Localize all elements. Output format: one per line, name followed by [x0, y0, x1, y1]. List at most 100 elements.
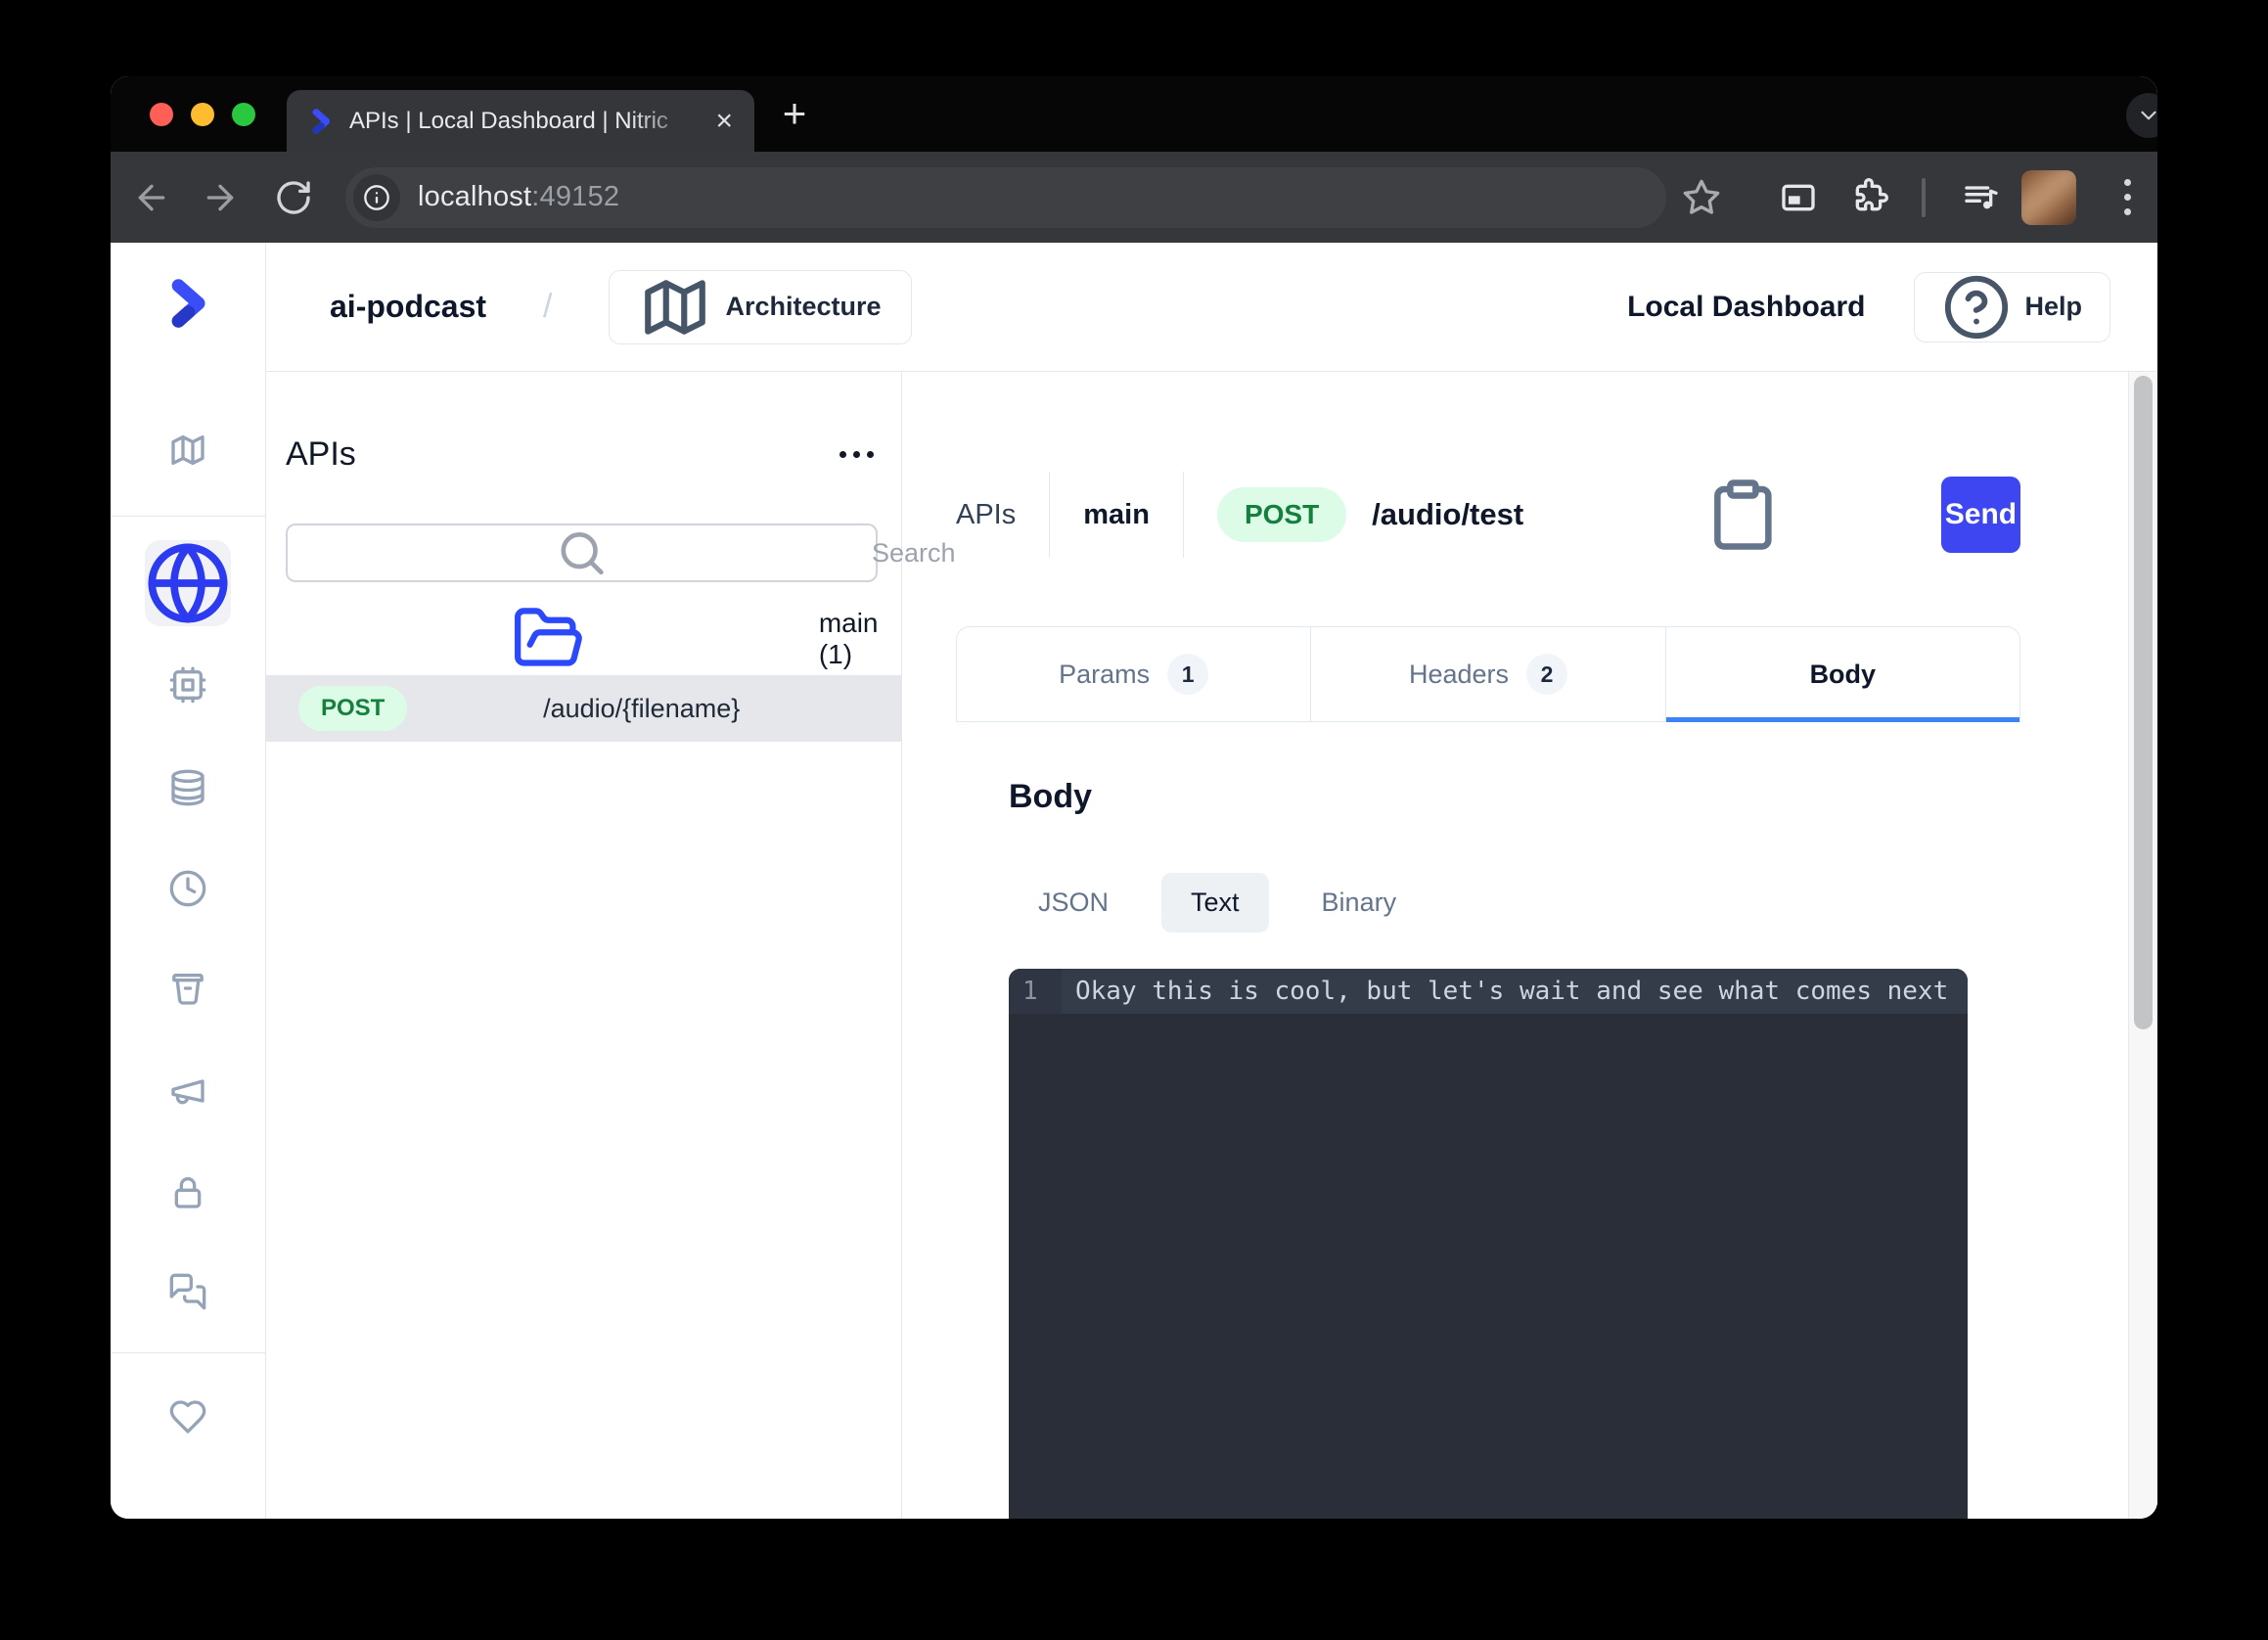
- endpoint-row-selected[interactable]: POST /audio/{filename}: [266, 675, 901, 742]
- toolbar-divider: [1922, 177, 1926, 217]
- nitric-logo: [171, 279, 205, 328]
- sidebar-item-storage[interactable]: [168, 969, 207, 1008]
- globe-icon: [148, 543, 228, 623]
- url-text: localhost:49152: [418, 181, 619, 213]
- method-badge: POST: [1216, 487, 1347, 542]
- editor-active-line: 1 Okay this is cool, but let's wait and …: [1009, 969, 1968, 1014]
- profile-avatar[interactable]: [2021, 169, 2076, 225]
- help-button[interactable]: Help: [1914, 271, 2110, 342]
- sidebar-item-websockets[interactable]: [168, 1272, 207, 1311]
- side-panel-icon: [1782, 184, 1815, 210]
- apis-menu-button[interactable]: [836, 441, 878, 468]
- search-box: [286, 524, 1218, 582]
- browser-tab[interactable]: APIs | Local Dashboard | Nitric ×: [287, 90, 754, 152]
- editor-line-content: Okay this is cool, but let's wait and se…: [1075, 977, 1949, 1006]
- browser-tab-strip: APIs | Local Dashboard | Nitric × +: [111, 76, 2157, 152]
- api-group-label: main (1): [818, 607, 879, 669]
- request-path: /audio/test: [1372, 497, 1524, 531]
- sidebar-item-architecture[interactable]: [168, 431, 207, 470]
- database-icon: [171, 769, 204, 806]
- forward-button[interactable]: [201, 178, 240, 217]
- arrow-right-icon: [206, 184, 234, 210]
- sidebar-item-topics[interactable]: [168, 1071, 207, 1111]
- sidebar-item-services[interactable]: [168, 665, 207, 705]
- browser-menu-button[interactable]: [2108, 178, 2147, 217]
- sidebar-item-databases[interactable]: [168, 768, 207, 807]
- page-scrollbar: [2128, 372, 2157, 1519]
- reload-icon: [277, 180, 310, 214]
- mode-text[interactable]: Text: [1161, 873, 1269, 933]
- breadcrumb-group[interactable]: main: [1083, 499, 1150, 531]
- scrollbar-thumb[interactable]: [2134, 376, 2153, 1029]
- mode-binary[interactable]: Binary: [1293, 873, 1427, 933]
- tab-title: APIs | Local Dashboard | Nitric: [349, 107, 668, 134]
- copy-clipboard-icon[interactable]: [1545, 477, 1941, 553]
- folder-open-icon: [515, 608, 582, 666]
- playlist-music-icon: [1965, 185, 1998, 208]
- sidebar-item-feedback[interactable]: [168, 1397, 207, 1436]
- request-area: APIs main POST /audio/test Send Params 1…: [902, 372, 2128, 1519]
- help-circle-icon: [1945, 275, 2009, 339]
- editor-line-number: 1: [1009, 969, 1062, 1014]
- architecture-label: Architecture: [725, 292, 882, 321]
- puzzle-icon: [1855, 177, 1888, 210]
- back-button[interactable]: [132, 178, 171, 217]
- nitric-favicon-icon: [312, 108, 331, 134]
- project-name: ai-podcast: [330, 289, 487, 324]
- window-controls: [150, 103, 255, 126]
- mode-json[interactable]: JSON: [1009, 873, 1138, 933]
- tab-headers-label: Headers: [1408, 659, 1510, 689]
- rail-divider: [111, 516, 265, 517]
- request-bar: APIs main POST /audio/test Send: [956, 472, 2020, 558]
- body-section-title: Body: [1009, 778, 1092, 815]
- browser-toolbar: localhost:49152: [111, 152, 2157, 243]
- maximize-window-button[interactable]: [232, 103, 255, 126]
- search-icon: [561, 532, 604, 575]
- url-bar[interactable]: localhost:49152: [345, 166, 1666, 228]
- app-header: ai-podcast / Architecture Local Dashboar…: [266, 243, 2157, 372]
- api-group-row[interactable]: main (1): [266, 602, 901, 675]
- sidebar-rail: [111, 243, 266, 1519]
- reload-button[interactable]: [274, 178, 313, 217]
- media-controls-button[interactable]: [1962, 178, 2001, 217]
- clock-icon: [169, 870, 206, 907]
- dashboard-page: ai-podcast / Architecture Local Dashboar…: [111, 243, 2157, 1519]
- tab-search-button[interactable]: [2126, 93, 2157, 138]
- breadcrumb-separator: /: [543, 288, 553, 325]
- sidebar-item-apis[interactable]: [145, 540, 231, 626]
- tab-headers[interactable]: Headers 2: [1310, 627, 1664, 721]
- tab-body-label: Body: [1809, 659, 1877, 689]
- request-tabs: Params 1 Headers 2 Body: [956, 626, 2020, 722]
- chat-icon: [169, 1273, 206, 1310]
- browser-window: APIs | Local Dashboard | Nitric × + loca…: [111, 76, 2157, 1519]
- breadcrumb-apis: APIs: [956, 498, 1017, 530]
- arrow-left-icon: [138, 184, 165, 210]
- dashboard-title: Local Dashboard: [1627, 290, 1866, 323]
- close-window-button[interactable]: [150, 103, 173, 126]
- url-host: localhost: [418, 181, 532, 212]
- body-editor[interactable]: 1 Okay this is cool, but let's wait and …: [1009, 969, 1968, 1519]
- heart-icon: [169, 1400, 206, 1434]
- tab-body[interactable]: Body: [1664, 627, 2020, 722]
- tab-params-label: Params: [1059, 659, 1151, 689]
- sidebar-item-secrets[interactable]: [168, 1172, 207, 1211]
- send-button[interactable]: Send: [1940, 477, 2020, 553]
- tab-close-icon[interactable]: ×: [709, 105, 739, 138]
- tab-params[interactable]: Params 1: [957, 627, 1310, 721]
- tab-headers-badge: 2: [1526, 654, 1568, 695]
- body-mode-switcher: JSON Text Binary: [1009, 873, 1968, 933]
- cpu-icon: [169, 666, 206, 704]
- architecture-button[interactable]: Architecture: [609, 269, 912, 344]
- new-tab-button[interactable]: +: [772, 84, 817, 143]
- site-info-button[interactable]: [353, 173, 400, 221]
- star-icon: [1683, 179, 1720, 214]
- sidebar-item-schedules[interactable]: [168, 869, 207, 908]
- side-panel-button[interactable]: [1779, 178, 1818, 217]
- extensions-button[interactable]: [1849, 177, 1888, 217]
- body-tab-content: Body JSON Text Binary 1 Okay this is coo…: [956, 722, 2020, 1519]
- bookmark-button[interactable]: [1682, 178, 1721, 217]
- tab-params-badge: 1: [1167, 654, 1209, 695]
- method-badge: POST: [298, 686, 408, 731]
- minimize-window-button[interactable]: [191, 103, 214, 126]
- map-icon: [645, 279, 706, 335]
